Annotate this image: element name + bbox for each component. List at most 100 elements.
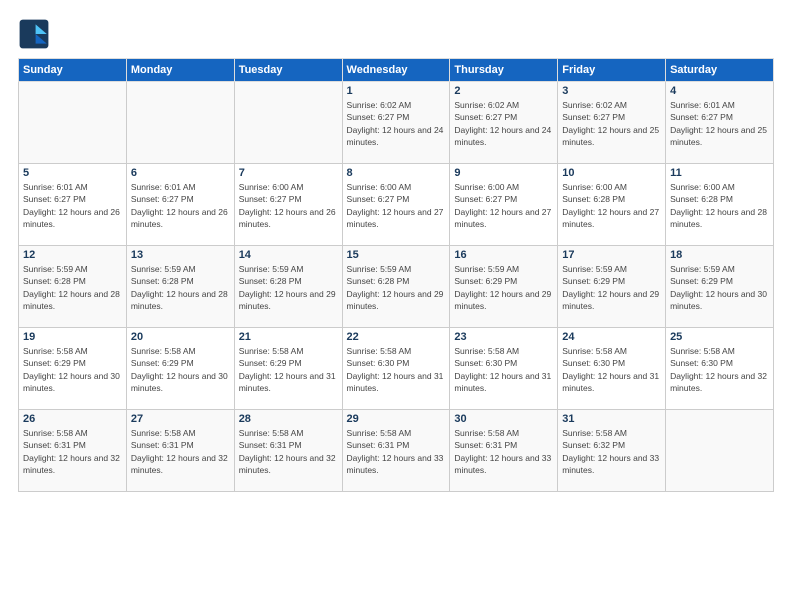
cell-info: Sunrise: 6:01 AM Sunset: 6:27 PM Dayligh… [131, 181, 230, 230]
calendar-cell [19, 82, 127, 164]
cell-info: Sunrise: 5:59 AM Sunset: 6:28 PM Dayligh… [239, 263, 338, 312]
day-number: 11 [670, 167, 769, 179]
cell-info: Sunrise: 6:01 AM Sunset: 6:27 PM Dayligh… [23, 181, 122, 230]
day-number: 27 [131, 413, 230, 425]
day-number: 22 [347, 331, 446, 343]
calendar-cell: 25 Sunrise: 5:58 AM Sunset: 6:30 PM Dayli… [666, 328, 774, 410]
day-number: 5 [23, 167, 122, 179]
calendar-cell: 11 Sunrise: 6:00 AM Sunset: 6:28 PM Dayli… [666, 164, 774, 246]
cell-info: Sunrise: 5:58 AM Sunset: 6:29 PM Dayligh… [23, 345, 122, 394]
day-number: 29 [347, 413, 446, 425]
cell-info: Sunrise: 5:58 AM Sunset: 6:31 PM Dayligh… [131, 427, 230, 476]
calendar-cell: 22 Sunrise: 5:58 AM Sunset: 6:30 PM Dayli… [342, 328, 450, 410]
calendar-cell: 20 Sunrise: 5:58 AM Sunset: 6:29 PM Dayli… [126, 328, 234, 410]
day-number: 10 [562, 167, 661, 179]
calendar-cell: 14 Sunrise: 5:59 AM Sunset: 6:28 PM Dayli… [234, 246, 342, 328]
day-number: 26 [23, 413, 122, 425]
calendar-cell: 28Sunrise: 5:58 AM Sunset: 6:31 PM Dayli… [234, 410, 342, 492]
calendar-cell: 8 Sunrise: 6:00 AM Sunset: 6:27 PM Daylig… [342, 164, 450, 246]
day-number: 7 [239, 167, 338, 179]
cell-info: Sunrise: 5:59 AM Sunset: 6:28 PM Dayligh… [347, 263, 446, 312]
cell-info: Sunrise: 5:58 AM Sunset: 6:31 PM Dayligh… [454, 427, 553, 476]
cell-info: Sunrise: 5:58 AM Sunset: 6:30 PM Dayligh… [562, 345, 661, 394]
calendar-cell: 18 Sunrise: 5:59 AM Sunset: 6:29 PM Dayli… [666, 246, 774, 328]
cell-info: Sunrise: 5:58 AM Sunset: 6:29 PM Dayligh… [131, 345, 230, 394]
calendar-cell: 9 Sunrise: 6:00 AM Sunset: 6:27 PM Daylig… [450, 164, 558, 246]
cell-info: Sunrise: 5:59 AM Sunset: 6:29 PM Dayligh… [562, 263, 661, 312]
day-number: 2 [454, 85, 553, 97]
cell-info: Sunrise: 6:00 AM Sunset: 6:28 PM Dayligh… [670, 181, 769, 230]
calendar-cell: 31Sunrise: 5:58 AM Sunset: 6:32 PM Dayli… [558, 410, 666, 492]
calendar-cell: 10 Sunrise: 6:00 AM Sunset: 6:28 PM Dayli… [558, 164, 666, 246]
day-number: 1 [347, 85, 446, 97]
header-cell-thursday: Thursday [450, 59, 558, 82]
day-number: 9 [454, 167, 553, 179]
day-number: 20 [131, 331, 230, 343]
calendar-cell: 17 Sunrise: 5:59 AM Sunset: 6:29 PM Dayli… [558, 246, 666, 328]
calendar-cell: 12 Sunrise: 5:59 AM Sunset: 6:28 PM Dayli… [19, 246, 127, 328]
calendar-cell: 13Sunrise: 5:59 AM Sunset: 6:28 PM Dayli… [126, 246, 234, 328]
cell-info: Sunrise: 5:58 AM Sunset: 6:29 PM Dayligh… [239, 345, 338, 394]
header-cell-tuesday: Tuesday [234, 59, 342, 82]
calendar-cell: 30 Sunrise: 5:58 AM Sunset: 6:31 PM Dayli… [450, 410, 558, 492]
calendar-cell: 6 Sunrise: 6:01 AM Sunset: 6:27 PM Daylig… [126, 164, 234, 246]
cell-info: Sunrise: 5:58 AM Sunset: 6:30 PM Dayligh… [347, 345, 446, 394]
logo-icon [18, 18, 50, 50]
cell-info: Sunrise: 6:00 AM Sunset: 6:27 PM Dayligh… [454, 181, 553, 230]
day-number: 21 [239, 331, 338, 343]
calendar-cell: 1Sunrise: 6:02 AM Sunset: 6:27 PM Daylig… [342, 82, 450, 164]
calendar-cell: 19 Sunrise: 5:58 AM Sunset: 6:29 PM Dayli… [19, 328, 127, 410]
week-row-1: 1 Sunrise: 6:02 AM Sunset: 6:27 PM Daylig… [19, 82, 774, 164]
calendar-cell: 4 Sunrise: 6:01 AM Sunset: 6:27 PM Daylig… [666, 82, 774, 164]
cell-info: Sunrise: 5:58 AM Sunset: 6:31 PM Dayligh… [23, 427, 122, 476]
header-cell-sunday: Sunday [19, 59, 127, 82]
header-cell-monday: Monday [126, 59, 234, 82]
day-number: 12 [23, 249, 122, 261]
day-number: 28 [239, 413, 338, 425]
calendar-cell: 27 Sunrise: 5:58 AM Sunset: 6:31 PM Dayli… [126, 410, 234, 492]
cell-info: Sunrise: 6:01 AM Sunset: 6:27 PM Dayligh… [670, 99, 769, 148]
cell-info: Sunrise: 5:58 AM Sunset: 6:30 PM Dayligh… [670, 345, 769, 394]
day-number: 23 [454, 331, 553, 343]
calendar-cell [234, 82, 342, 164]
calendar-cell: 3Sunrise: 6:02 AM Sunset: 6:27 PM Daylig… [558, 82, 666, 164]
cell-info: Sunrise: 5:58 AM Sunset: 6:31 PM Dayligh… [347, 427, 446, 476]
cell-info: Sunrise: 5:59 AM Sunset: 6:29 PM Dayligh… [454, 263, 553, 312]
calendar-cell: 29 Sunrise: 5:58 AM Sunset: 6:31 PM Dayli… [342, 410, 450, 492]
week-row-3: 12 Sunrise: 5:59 AM Sunset: 6:28 PM Dayli… [19, 246, 774, 328]
day-number: 4 [670, 85, 769, 97]
page: SundayMondayTuesdayWednesdayThursdayFrid… [0, 0, 792, 612]
cell-info: Sunrise: 5:59 AM Sunset: 6:28 PM Dayligh… [23, 263, 122, 312]
day-number: 16 [454, 249, 553, 261]
cell-info: Sunrise: 6:00 AM Sunset: 6:28 PM Dayligh… [562, 181, 661, 230]
calendar-cell: 7 Sunrise: 6:00 AM Sunset: 6:27 PM Daylig… [234, 164, 342, 246]
calendar-cell: 15 Sunrise: 5:59 AM Sunset: 6:28 PM Dayli… [342, 246, 450, 328]
day-number: 25 [670, 331, 769, 343]
day-number: 8 [347, 167, 446, 179]
calendar-cell: 26 Sunrise: 5:58 AM Sunset: 6:31 PM Dayli… [19, 410, 127, 492]
calendar-cell [126, 82, 234, 164]
calendar-cell: 5 Sunrise: 6:01 AM Sunset: 6:27 PM Daylig… [19, 164, 127, 246]
cell-info: Sunrise: 5:59 AM Sunset: 6:29 PM Dayligh… [670, 263, 769, 312]
header-cell-wednesday: Wednesday [342, 59, 450, 82]
week-row-5: 26 Sunrise: 5:58 AM Sunset: 6:31 PM Dayli… [19, 410, 774, 492]
day-number: 18 [670, 249, 769, 261]
header-cell-friday: Friday [558, 59, 666, 82]
day-number: 14 [239, 249, 338, 261]
cell-info: Sunrise: 6:00 AM Sunset: 6:27 PM Dayligh… [239, 181, 338, 230]
cell-info: Sunrise: 6:00 AM Sunset: 6:27 PM Dayligh… [347, 181, 446, 230]
day-number: 13 [131, 249, 230, 261]
day-number: 30 [454, 413, 553, 425]
day-number: 19 [23, 331, 122, 343]
calendar-cell: 16 Sunrise: 5:59 AM Sunset: 6:29 PM Dayli… [450, 246, 558, 328]
header-row: SundayMondayTuesdayWednesdayThursdayFrid… [19, 59, 774, 82]
calendar-cell: 24 Sunrise: 5:58 AM Sunset: 6:30 PM Dayli… [558, 328, 666, 410]
cell-info: Sunrise: 5:58 AM Sunset: 6:30 PM Dayligh… [454, 345, 553, 394]
day-number: 15 [347, 249, 446, 261]
cell-info: Sunrise: 6:02 AM Sunset: 6:27 PM Dayligh… [454, 99, 553, 148]
day-number: 6 [131, 167, 230, 179]
day-number: 3 [562, 85, 661, 97]
logo [18, 18, 54, 50]
day-number: 17 [562, 249, 661, 261]
day-number: 24 [562, 331, 661, 343]
